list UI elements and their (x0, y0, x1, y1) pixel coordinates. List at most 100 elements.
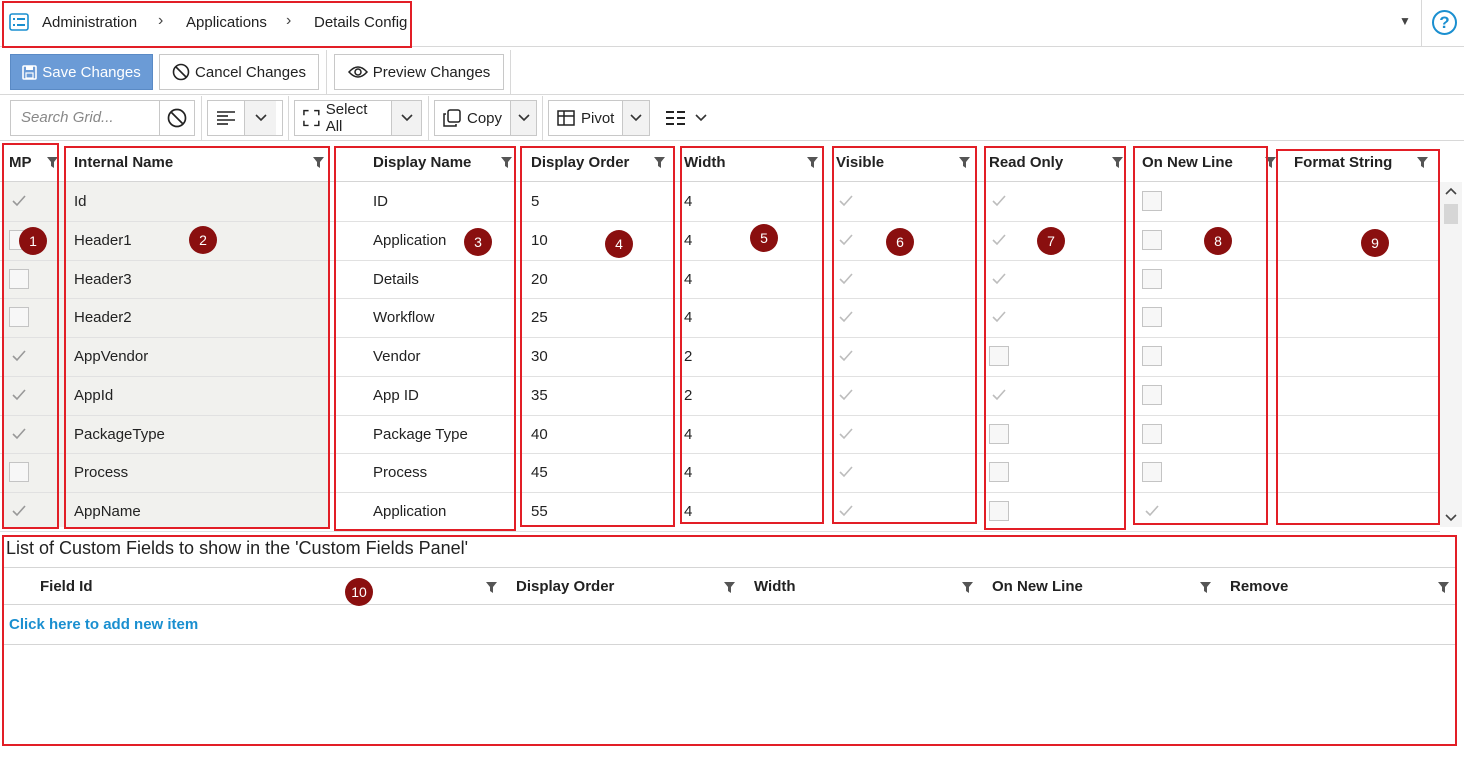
cell-width[interactable]: 4 (684, 309, 692, 326)
breadcrumb-administration[interactable]: Administration (42, 14, 137, 31)
filter-icon[interactable] (724, 582, 735, 593)
cell-display-order[interactable]: 35 (531, 387, 548, 404)
checkbox-checked-read-only[interactable] (989, 307, 1009, 327)
checkbox-unchecked-on-new-line[interactable] (1142, 307, 1162, 327)
column-header-visible[interactable]: Visible (836, 143, 884, 182)
add-new-item-link[interactable]: Click here to add new item (9, 616, 198, 633)
chevron-down-icon[interactable] (695, 100, 707, 136)
clear-search-button[interactable] (159, 100, 195, 136)
preview-changes-button[interactable]: Preview Changes (334, 54, 504, 90)
filter-icon[interactable] (501, 157, 512, 168)
checkbox-unchecked-read-only[interactable] (989, 346, 1009, 366)
filter-icon[interactable] (1438, 582, 1449, 593)
checkbox-checked-visible[interactable] (836, 230, 856, 250)
filter-icon[interactable] (313, 157, 324, 168)
grid-vertical-scrollbar[interactable] (1440, 182, 1462, 527)
checkbox-unchecked-mp[interactable] (9, 269, 29, 289)
checkbox-checked-visible[interactable] (836, 462, 856, 482)
checkbox-checked-visible[interactable] (836, 346, 856, 366)
search-grid-input[interactable]: Search Grid... (10, 100, 160, 136)
cell-display-order[interactable]: 45 (531, 464, 548, 481)
cell-width[interactable]: 4 (684, 426, 692, 443)
cell-display-order[interactable]: 5 (531, 193, 539, 210)
pivot-button[interactable]: Pivot (549, 101, 622, 135)
filter-icon[interactable] (1417, 157, 1428, 168)
custom-col-field-id[interactable]: Field Id (40, 568, 93, 606)
filter-icon[interactable] (959, 157, 970, 168)
caret-down-icon[interactable]: ▼ (1399, 14, 1411, 28)
checkbox-checked-read-only[interactable] (989, 269, 1009, 289)
filter-icon[interactable] (962, 582, 973, 593)
cell-display-name[interactable]: Vendor (373, 348, 421, 365)
checkbox-unchecked-read-only[interactable] (989, 501, 1009, 521)
cell-display-order[interactable]: 25 (531, 309, 548, 326)
checkbox-unchecked-read-only[interactable] (989, 462, 1009, 482)
cell-width[interactable]: 4 (684, 193, 692, 210)
filter-icon[interactable] (1265, 157, 1276, 168)
align-dropdown[interactable] (207, 100, 283, 136)
cell-width[interactable]: 4 (684, 503, 692, 520)
cell-internal-name[interactable]: AppId (74, 387, 113, 404)
cell-display-name[interactable]: Application (373, 232, 446, 249)
cell-internal-name[interactable]: Header1 (74, 232, 132, 249)
cell-display-order[interactable]: 20 (531, 271, 548, 288)
filter-icon[interactable] (807, 157, 818, 168)
save-changes-button[interactable]: Save Changes (10, 54, 153, 90)
checkbox-checked-read-only[interactable] (989, 385, 1009, 405)
checkbox-unchecked-on-new-line[interactable] (1142, 191, 1162, 211)
filter-icon[interactable] (1112, 157, 1123, 168)
chevron-down-icon[interactable] (510, 101, 536, 135)
filter-icon[interactable] (47, 157, 58, 168)
checkbox-checked-mp[interactable] (9, 424, 29, 444)
columns-button[interactable] (657, 100, 695, 136)
checkbox-checked-on-new-line[interactable] (1142, 501, 1162, 521)
checkbox-unchecked-on-new-line[interactable] (1142, 346, 1162, 366)
checkbox-checked-visible[interactable] (836, 385, 856, 405)
cell-internal-name[interactable]: Header2 (74, 309, 132, 326)
checkbox-checked-mp[interactable] (9, 346, 29, 366)
custom-col-remove[interactable]: Remove (1230, 568, 1288, 606)
checkbox-checked-visible[interactable] (836, 191, 856, 211)
custom-col-display-order[interactable]: Display Order (516, 568, 614, 606)
cell-display-name[interactable]: Process (373, 464, 427, 481)
cell-display-order[interactable]: 55 (531, 503, 548, 520)
cell-internal-name[interactable]: Process (74, 464, 128, 481)
checkbox-checked-read-only[interactable] (989, 230, 1009, 250)
align-button[interactable] (208, 101, 244, 135)
column-header-internal-name[interactable]: Internal Name (74, 143, 173, 182)
chevron-down-icon[interactable] (622, 101, 649, 135)
column-header-on-new-line[interactable]: On New Line (1142, 143, 1233, 182)
column-header-width[interactable]: Width (684, 143, 726, 182)
select-all-dropdown[interactable]: Select All (294, 100, 422, 136)
cell-internal-name[interactable]: AppName (74, 503, 141, 520)
cell-display-name[interactable]: App ID (373, 387, 419, 404)
filter-icon[interactable] (1200, 582, 1211, 593)
help-icon[interactable]: ? (1432, 10, 1457, 35)
cell-width[interactable]: 4 (684, 271, 692, 288)
cell-internal-name[interactable]: Id (74, 193, 87, 210)
column-header-display-order[interactable]: Display Order (531, 143, 629, 182)
column-header-mp[interactable]: MP (9, 143, 32, 182)
breadcrumb-applications[interactable]: Applications (186, 14, 267, 31)
cell-display-name[interactable]: Package Type (373, 426, 468, 443)
cell-display-name[interactable]: Application (373, 503, 446, 520)
checkbox-checked-visible[interactable] (836, 501, 856, 521)
scrollbar-thumb[interactable] (1444, 204, 1458, 224)
cell-display-order[interactable]: 10 (531, 232, 548, 249)
cell-width[interactable]: 4 (684, 464, 692, 481)
column-header-format-string[interactable]: Format String (1294, 143, 1392, 182)
checkbox-checked-visible[interactable] (836, 424, 856, 444)
checkbox-unchecked-read-only[interactable] (989, 424, 1009, 444)
checkbox-unchecked-on-new-line[interactable] (1142, 269, 1162, 289)
cell-internal-name[interactable]: PackageType (74, 426, 165, 443)
cell-internal-name[interactable]: Header3 (74, 271, 132, 288)
checkbox-checked-mp[interactable] (9, 385, 29, 405)
cell-display-name[interactable]: Workflow (373, 309, 434, 326)
checkbox-unchecked-mp[interactable] (9, 462, 29, 482)
checkbox-unchecked-on-new-line[interactable] (1142, 230, 1162, 250)
filter-icon[interactable] (486, 582, 497, 593)
checkbox-checked-mp[interactable] (9, 191, 29, 211)
checkbox-unchecked-on-new-line[interactable] (1142, 385, 1162, 405)
cell-display-name[interactable]: Details (373, 271, 419, 288)
cell-width[interactable]: 2 (684, 348, 692, 365)
